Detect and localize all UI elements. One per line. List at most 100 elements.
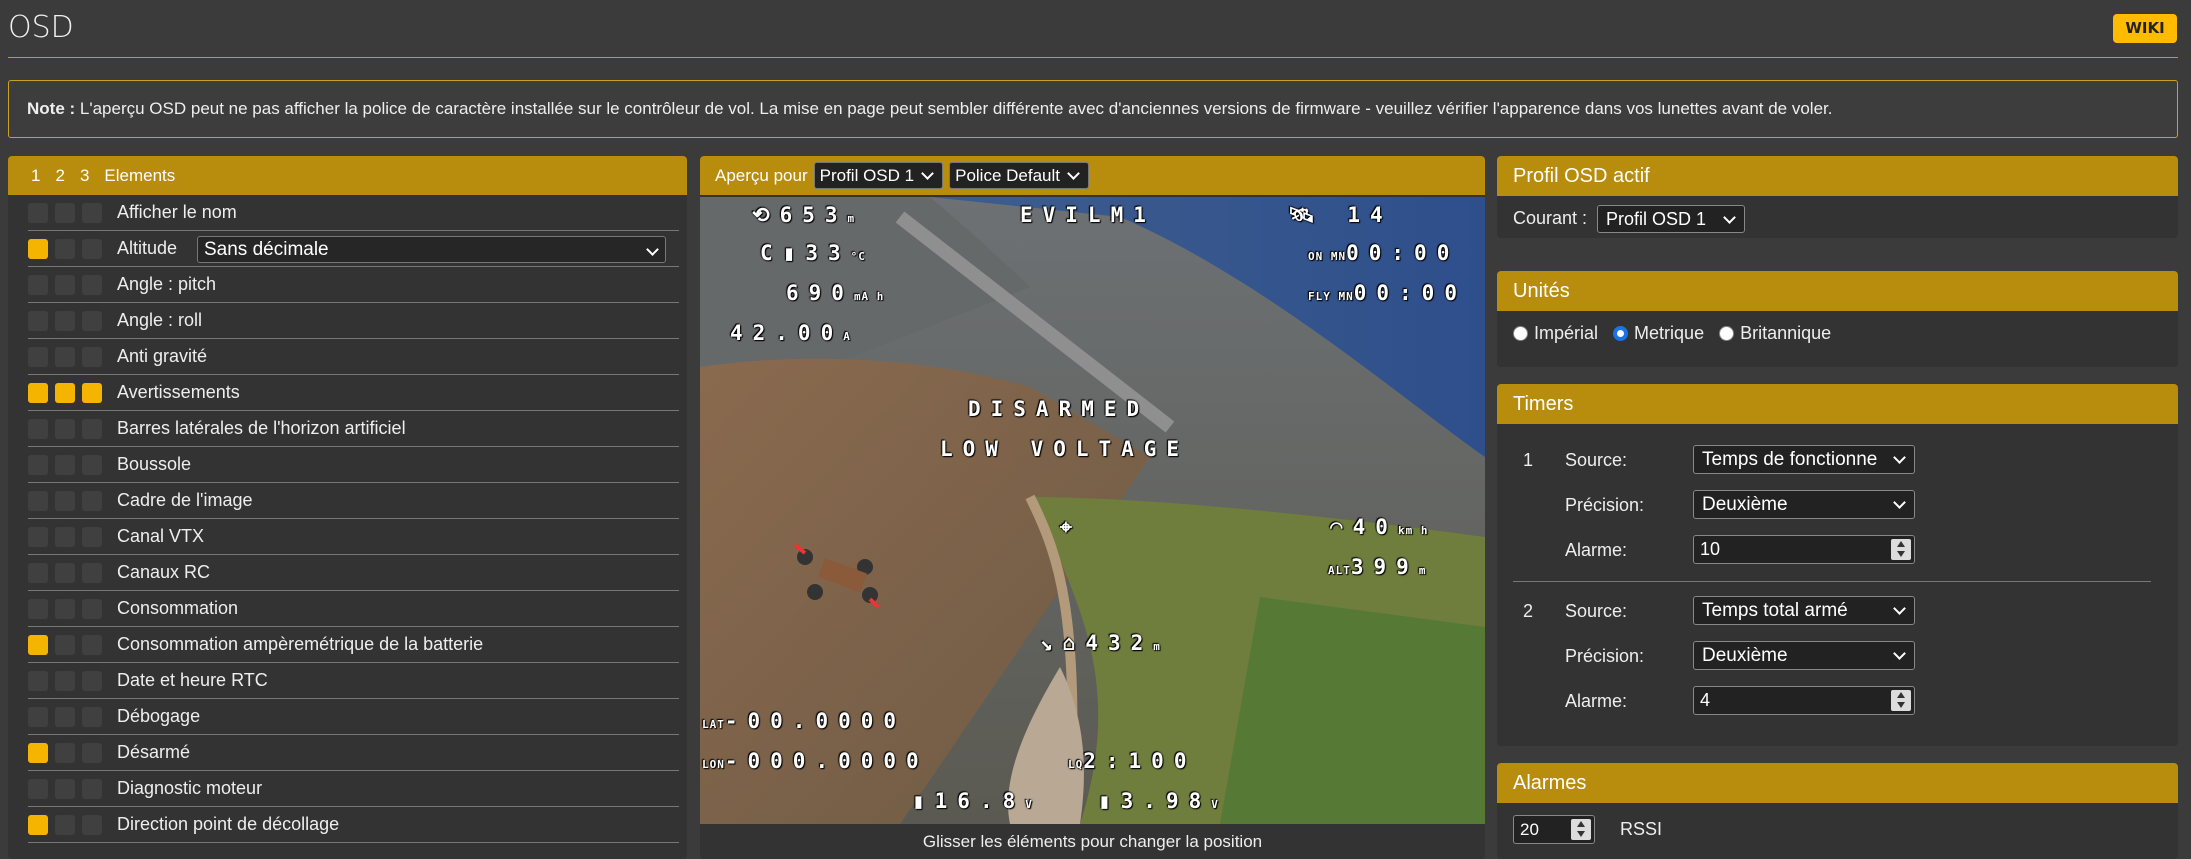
profile-1-checkbox[interactable] [28,706,48,727]
radio-button-icon[interactable] [1513,326,1528,341]
profile-2-checkbox[interactable] [55,346,75,367]
profile-2-checkbox[interactable] [55,670,75,691]
spinner-icon[interactable] [1891,539,1911,560]
profile-2-checkbox[interactable] [55,634,75,655]
profile-3-checkbox[interactable] [82,778,102,799]
radio-metric[interactable]: Metrique [1613,323,1704,343]
profile-2-checkbox[interactable] [55,202,75,223]
timer-1-precision-select[interactable]: Deuxième [1693,490,1915,519]
osd-warning-disarmed[interactable]: DISARMED [968,397,1149,421]
wiki-button[interactable]: WIKI [2113,14,2177,43]
current-profile-select[interactable]: Profil OSD 1 [1597,205,1745,233]
osd-sats[interactable]: 🛰 14 [1288,203,1393,228]
profile-3-checkbox[interactable] [82,202,102,223]
timer-2-alarm-input[interactable]: 4 [1693,686,1915,715]
profile-3-checkbox[interactable] [82,814,102,835]
crosshair-icon[interactable]: ⌖ [1060,515,1082,540]
spinner-icon[interactable] [1891,690,1911,711]
profile-3-checkbox[interactable] [82,742,102,763]
profile-1-checkbox[interactable] [28,778,48,799]
profile-3-checkbox[interactable] [82,598,102,619]
profile-2-checkbox[interactable] [55,418,75,439]
timer-2-source-select[interactable]: Temps total armé [1693,596,1915,625]
profile-3-checkbox[interactable] [82,490,102,511]
osd-preview-image[interactable]: ⟲653m C▮33°C 690mA h 42.00A EVILM1 🛰 14 … [700,197,1485,824]
osd-home-distance[interactable]: ↘⌂432m [1040,631,1161,655]
spinner-icon[interactable] [1571,819,1591,840]
profile-1-checkbox[interactable] [28,562,48,583]
profile-1-checkbox[interactable] [28,238,48,259]
rssi-alarm-input[interactable]: 20 [1513,815,1595,844]
profile-2-checkbox[interactable] [55,814,75,835]
profile-2-checkbox[interactable] [55,778,75,799]
element-label: Boussole [117,454,192,474]
profile-1-checkbox[interactable] [28,490,48,511]
profile-3-checkbox[interactable] [82,274,102,295]
profile-3-checkbox[interactable] [82,706,102,727]
osd-craft-name[interactable]: EVILM1 [1020,203,1156,227]
profile-2-checkbox[interactable] [55,706,75,727]
profile-2-checkbox[interactable] [55,526,75,547]
profile-1-checkbox[interactable] [28,598,48,619]
radio-button-icon[interactable] [1719,326,1735,341]
profile-3-checkbox[interactable] [82,418,102,439]
profile-2-checkbox[interactable] [55,274,75,295]
osd-fly-time[interactable]: FLY MN00:00 [1308,281,1467,305]
profile-2-checkbox[interactable] [55,454,75,475]
profile-1-checkbox[interactable] [28,814,48,835]
osd-speed[interactable]: ◠40km h [1330,515,1428,539]
radio-imperial[interactable]: Impérial [1513,323,1598,343]
element-label: Direction point de décollage [117,814,340,834]
preview-font-select[interactable]: Police Default [949,162,1089,189]
osd-altitude-2[interactable]: ALT399m [1328,555,1426,579]
profile-3-checkbox[interactable] [82,454,102,475]
profile-2-checkbox[interactable] [55,598,75,619]
profile-2-checkbox[interactable] [55,490,75,511]
profile-3-checkbox[interactable] [82,346,102,367]
preview-profile-select[interactable]: Profil OSD 1 [813,162,944,189]
osd-longitude[interactable]: LON-000.0000 [702,749,929,773]
osd-mah-drawn[interactable]: 690mA h [786,281,884,305]
osd-cell-voltage[interactable]: ▮3.98V [1098,789,1219,813]
profile-1-checkbox[interactable] [28,634,48,655]
radio-button-icon[interactable] [1613,326,1629,341]
radio-british[interactable]: Britannique [1719,323,1831,343]
profile-3-checkbox[interactable] [82,670,102,691]
osd-altitude[interactable]: ⟲653m [752,203,855,227]
profile-2-checkbox[interactable] [55,742,75,763]
profile-2-checkbox[interactable] [55,562,75,583]
profile-1-checkbox[interactable] [28,742,48,763]
profile-2-checkbox[interactable] [55,382,75,403]
profile-1-checkbox[interactable] [28,418,48,439]
profile-3-checkbox[interactable] [82,238,102,259]
profile-1-checkbox[interactable] [28,382,48,403]
profile-2-column[interactable]: 2 [55,166,64,186]
profile-1-checkbox[interactable] [28,274,48,295]
profile-3-column[interactable]: 3 [80,166,89,186]
osd-temperature[interactable]: C▮33°C [760,241,866,265]
profile-1-checkbox[interactable] [28,346,48,367]
profile-2-checkbox[interactable] [55,310,75,331]
osd-link-quality[interactable]: LQ2:100 [1068,749,1196,773]
profile-1-checkbox[interactable] [28,202,48,223]
profile-3-checkbox[interactable] [82,526,102,547]
profile-1-checkbox[interactable] [28,454,48,475]
profile-3-checkbox[interactable] [82,382,102,403]
timer-2-precision-select[interactable]: Deuxième [1693,641,1915,670]
profile-1-checkbox[interactable] [28,526,48,547]
profile-1-checkbox[interactable] [28,670,48,691]
profile-3-checkbox[interactable] [82,562,102,583]
profile-1-column[interactable]: 1 [31,166,40,186]
timer-1-alarm-input[interactable]: 10 [1693,535,1915,564]
timer-1-source-select[interactable]: Temps de fonctionne [1693,445,1915,474]
profile-1-checkbox[interactable] [28,310,48,331]
osd-warning-low-voltage[interactable]: LOW VOLTAGE [940,437,1189,461]
profile-2-checkbox[interactable] [55,238,75,259]
osd-current[interactable]: 42.00A [730,321,851,345]
element-variant-select[interactable]: Sans décimale [197,236,666,263]
profile-3-checkbox[interactable] [82,634,102,655]
profile-3-checkbox[interactable] [82,310,102,331]
osd-on-time[interactable]: ON MN00:00 [1308,241,1459,265]
osd-latitude[interactable]: LAT-00.0000 [702,709,906,733]
osd-battery-voltage[interactable]: ▮16.8V [912,789,1033,813]
